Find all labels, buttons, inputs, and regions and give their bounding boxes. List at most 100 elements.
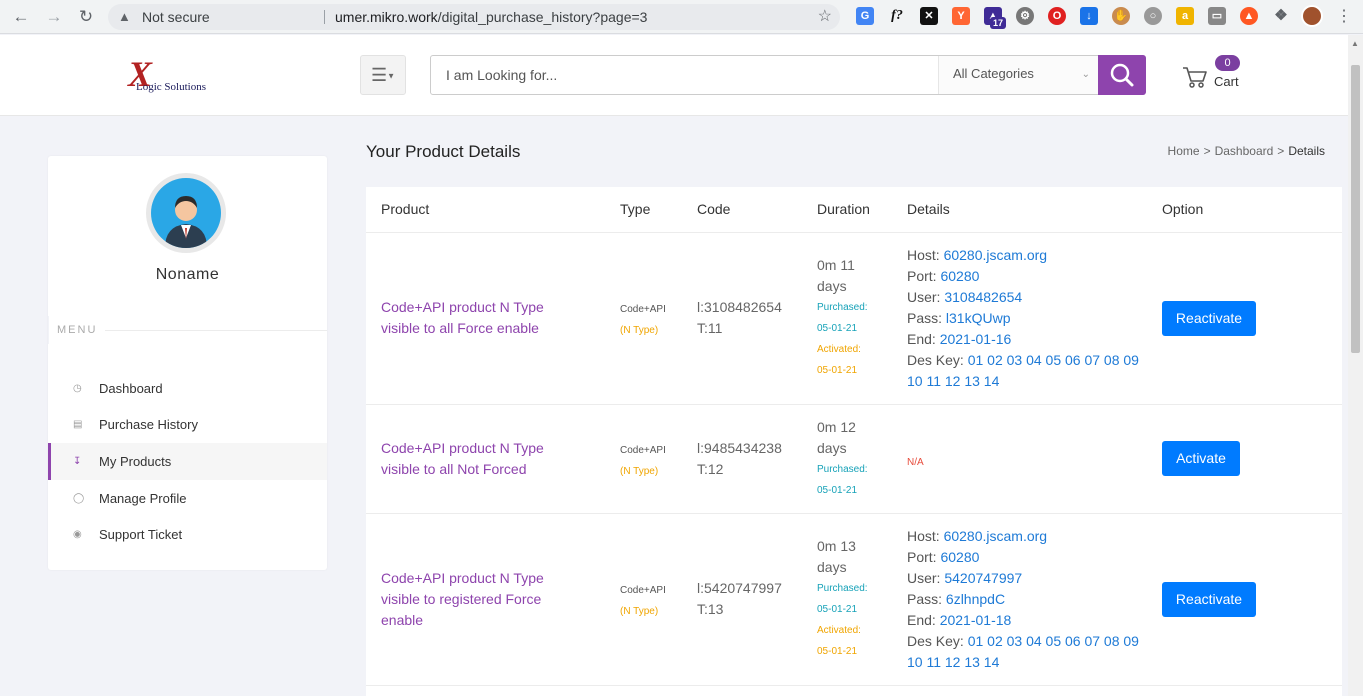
- sidebar-item-label: Support Ticket: [99, 527, 183, 542]
- reactivate-button[interactable]: Reactivate: [1162, 301, 1256, 336]
- type-sub-label: (N Type): [620, 606, 659, 617]
- code-l: l:3108482654: [697, 299, 782, 315]
- type-label: Code+API: [620, 304, 666, 315]
- formula-extension-icon[interactable]: f?: [888, 7, 906, 25]
- product-name-link[interactable]: Code+API product N Type visible to regis…: [381, 568, 571, 631]
- download-extension-icon[interactable]: ↓: [1080, 7, 1098, 25]
- row-divider: [366, 404, 1342, 405]
- purchased-date: 05-01-21: [817, 323, 858, 334]
- detail-end: End: 2021-01-16: [907, 329, 1142, 350]
- detail-label: Host:: [907, 247, 940, 263]
- cart-button[interactable]: 0 Cart: [1182, 55, 1242, 95]
- code-l: l:5420747997: [697, 580, 782, 596]
- activate-button[interactable]: Activate: [1162, 441, 1240, 476]
- not-secure-label: Not secure: [142, 9, 210, 25]
- row-divider: [366, 513, 1342, 514]
- hand-extension-icon[interactable]: ✋: [1112, 7, 1130, 25]
- sidebar-item-purchase-history[interactable]: ▤ Purchase History: [48, 406, 327, 443]
- detail-label: User:: [907, 570, 941, 586]
- user-icon: ◯: [73, 493, 85, 504]
- product-name-link[interactable]: Code+API product N Type visible to all F…: [381, 297, 571, 339]
- detail-port: Port: 60280: [907, 547, 1142, 568]
- category-menu-button[interactable]: ☰▼: [360, 55, 406, 95]
- x-extension-icon[interactable]: ✕: [920, 7, 938, 25]
- scroll-thumb[interactable]: [1351, 65, 1360, 353]
- search-input[interactable]: [431, 56, 937, 94]
- detail-value: 60280.jscam.org: [943, 528, 1048, 544]
- detail-value: 2021-01-18: [939, 612, 1012, 628]
- ya-extension-icon[interactable]: Y: [952, 7, 970, 25]
- site-logo[interactable]: X Logic Solutions: [128, 54, 212, 95]
- caret-down-icon: ▼: [387, 71, 396, 81]
- breadcrumb-dashboard[interactable]: Dashboard: [1215, 144, 1274, 158]
- amazon-extension-icon[interactable]: a: [1176, 7, 1194, 25]
- screen-extension-icon[interactable]: ▭: [1208, 7, 1226, 25]
- opera-extension-icon[interactable]: O: [1048, 7, 1066, 25]
- cart-icon: [1183, 67, 1207, 88]
- sidebar-item-my-products[interactable]: ↧ My Products: [48, 443, 327, 480]
- address-bar[interactable]: ▲ Not secure umer.mikro.work/digital_pur…: [108, 4, 840, 30]
- detail-label: Pass:: [907, 591, 943, 607]
- scroll-up-arrow-icon[interactable]: ▲: [1351, 39, 1359, 48]
- product-name-link[interactable]: Code+API product N Type visible to all N…: [381, 438, 571, 480]
- sidebar-item-support-ticket[interactable]: ◉ Support Ticket: [48, 516, 327, 553]
- product-code: l:5420747997 T:13: [697, 578, 807, 620]
- detail-port: Port: 60280: [907, 266, 1142, 287]
- reload-icon[interactable]: ↻: [76, 7, 96, 27]
- sidebar-item-dashboard[interactable]: ◷ Dashboard: [48, 370, 327, 407]
- purchased-label: Purchased:: [817, 302, 868, 313]
- detail-value: 2021-01-16: [939, 331, 1012, 347]
- breadcrumb-separator: >: [1203, 144, 1211, 158]
- profile-sidebar: Noname MENU ◷ Dashboard ▤ Purchase Histo…: [48, 156, 327, 570]
- category-select[interactable]: All Categories ⌄: [938, 56, 1098, 94]
- type-sub-label: (N Type): [620, 325, 659, 336]
- page-scrollbar[interactable]: ▲: [1348, 35, 1363, 696]
- gear-extension-icon[interactable]: ⚙: [1016, 7, 1034, 25]
- product-details: Host: 60280.jscam.org Port: 60280 User: …: [907, 245, 1142, 392]
- detail-value: 6zlhnpdC: [945, 591, 1006, 607]
- search-icon: [1110, 63, 1134, 87]
- detail-user: User: 3108482654: [907, 287, 1142, 308]
- row-divider: [366, 685, 1342, 686]
- sidebar-item-label: Manage Profile: [99, 491, 187, 506]
- breadcrumb-home[interactable]: Home: [1168, 144, 1200, 158]
- sidebar-item-manage-profile[interactable]: ◯ Manage Profile: [48, 480, 327, 517]
- product-code: l:3108482654 T:11: [697, 297, 807, 339]
- translate-extension-icon[interactable]: G: [856, 7, 874, 25]
- extension-badge: 17: [990, 17, 1006, 29]
- cart-label: Cart: [1214, 74, 1239, 89]
- back-icon[interactable]: ←: [11, 7, 31, 27]
- search-button[interactable]: [1098, 55, 1146, 95]
- detail-user: User: 5420747997: [907, 568, 1142, 589]
- product-duration: 0m 13 days Purchased: 05-01-21 Activated…: [817, 536, 887, 662]
- puzzle-extensions-icon[interactable]: ❖: [1272, 7, 1290, 25]
- product-type: Code+API (N Type): [620, 580, 666, 622]
- chrome-menu-icon[interactable]: ⋮: [1336, 6, 1352, 26]
- type-sub-label: (N Type): [620, 466, 659, 477]
- flame-extension-icon[interactable]: ▲: [1240, 7, 1258, 25]
- duration-value: 0m 13 days: [817, 538, 856, 575]
- page-title: Your Product Details: [366, 142, 521, 161]
- chevron-down-icon: ⌄: [1081, 69, 1090, 80]
- purchased-label: Purchased:: [817, 583, 868, 594]
- detail-value: 3108482654: [944, 289, 1023, 305]
- user-avatar-icon: [151, 178, 221, 248]
- activated-label: Activated:: [817, 625, 861, 636]
- forward-icon[interactable]: →: [44, 7, 64, 27]
- logo-text: Logic Solutions: [136, 81, 206, 93]
- detail-label: Host:: [907, 528, 940, 544]
- globe-extension-icon[interactable]: ○: [1144, 7, 1162, 25]
- menu-label: MENU: [48, 316, 105, 344]
- purchased-date: 05-01-21: [817, 604, 858, 615]
- bookmark-star-icon[interactable]: ☆: [818, 4, 832, 30]
- detail-host: Host: 60280.jscam.org: [907, 526, 1142, 547]
- code-t: T:12: [697, 461, 724, 477]
- profile-avatar-icon[interactable]: [1301, 5, 1323, 27]
- product-table: Product Type Code Duration Details Optio…: [366, 187, 1342, 696]
- product-details: Host: 60280.jscam.org Port: 60280 User: …: [907, 526, 1142, 673]
- product-code: l:9485434238 T:12: [697, 438, 807, 480]
- reactivate-button[interactable]: Reactivate: [1162, 582, 1256, 617]
- detail-label: End:: [907, 331, 936, 347]
- detail-value: 5420747997: [944, 570, 1023, 586]
- url-text[interactable]: umer.mikro.work/digital_purchase_history…: [335, 4, 647, 30]
